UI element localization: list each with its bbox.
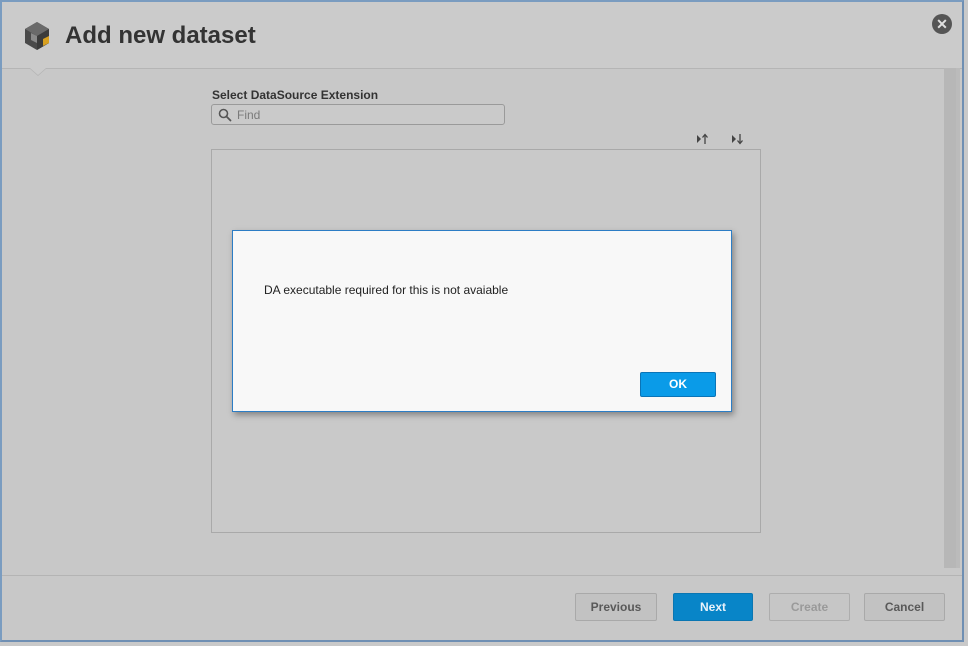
- sort-ascending-icon[interactable]: [695, 132, 709, 146]
- datasource-extension-label: Select DataSource Extension: [212, 88, 379, 102]
- ok-button[interactable]: OK: [640, 372, 716, 397]
- search-icon: [218, 108, 232, 122]
- create-button: Create: [769, 593, 850, 621]
- dialog-title: Add new dataset: [65, 22, 256, 49]
- previous-button[interactable]: Previous: [575, 593, 657, 621]
- search-box[interactable]: [211, 104, 505, 125]
- next-button[interactable]: Next: [673, 593, 753, 621]
- search-input[interactable]: [237, 105, 497, 124]
- error-message: DA executable required for this is not a…: [264, 283, 509, 297]
- header-notch: [30, 68, 46, 75]
- cancel-button[interactable]: Cancel: [864, 593, 945, 621]
- dataset-cube-logo-icon: [25, 22, 49, 50]
- sort-descending-icon[interactable]: [730, 132, 744, 146]
- window-header: Add new dataset ✕: [2, 2, 962, 69]
- footer-bar: Previous Next Create Cancel: [2, 575, 962, 640]
- scrollbar-track[interactable]: [944, 68, 956, 568]
- scrollbar[interactable]: [944, 68, 960, 568]
- close-icon[interactable]: ✕: [932, 14, 952, 34]
- error-dialog: DA executable required for this is not a…: [232, 230, 732, 412]
